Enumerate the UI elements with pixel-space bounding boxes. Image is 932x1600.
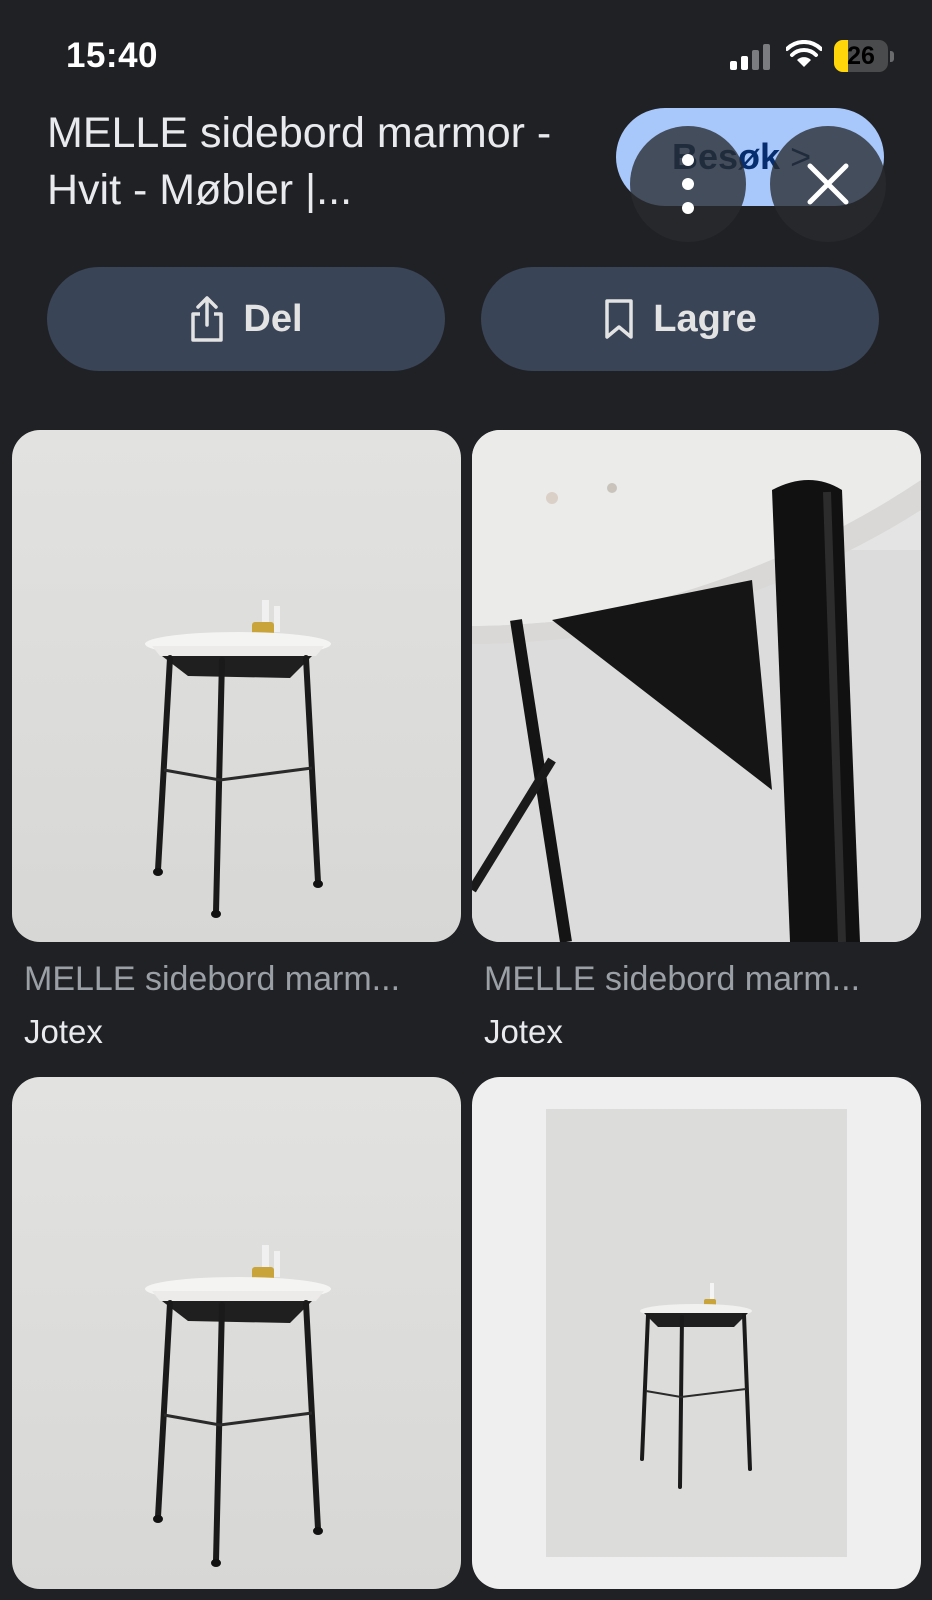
status-time: 15:40: [66, 36, 159, 75]
more-options-button[interactable]: [630, 126, 746, 242]
result-card[interactable]: [472, 1077, 921, 1589]
product-image[interactable]: [12, 430, 461, 942]
result-title: MELLE sidebord marm...: [484, 960, 861, 998]
result-title: MELLE sidebord marm...: [24, 960, 401, 998]
result-source: Jotex: [24, 1013, 103, 1050]
cellular-signal-icon: [730, 44, 770, 70]
save-label: Lagre: [653, 297, 757, 340]
framed-side-table-photo: [472, 1077, 921, 1589]
product-image[interactable]: [472, 430, 921, 942]
result-card[interactable]: MELLE sidebord marm... Jotex: [12, 430, 461, 1051]
save-button[interactable]: Lagre: [481, 267, 879, 371]
close-button[interactable]: [770, 126, 886, 242]
bookmark-icon: [605, 299, 633, 339]
result-source: Jotex: [484, 1013, 563, 1050]
result-card[interactable]: [12, 1077, 461, 1589]
battery-level: 26: [847, 42, 875, 70]
result-card[interactable]: MELLE sidebord marm... Jotex: [472, 430, 921, 1051]
close-icon: [807, 163, 849, 205]
status-bar: 15:40 26: [0, 0, 932, 100]
more-vertical-icon: [682, 154, 694, 214]
battery-indicator: 26: [834, 40, 894, 72]
wifi-icon: [786, 40, 822, 67]
product-image[interactable]: [12, 1077, 461, 1589]
side-table-photo: [12, 1077, 461, 1589]
share-icon: [191, 296, 224, 342]
side-table-photo: [12, 430, 461, 942]
product-image[interactable]: [472, 1077, 921, 1589]
table-leg-closeup-photo: [472, 430, 921, 942]
share-label: Del: [243, 297, 303, 340]
share-button[interactable]: Del: [47, 267, 445, 371]
page-title[interactable]: MELLE sidebord marmor - Hvit - Møbler |.…: [47, 105, 607, 219]
